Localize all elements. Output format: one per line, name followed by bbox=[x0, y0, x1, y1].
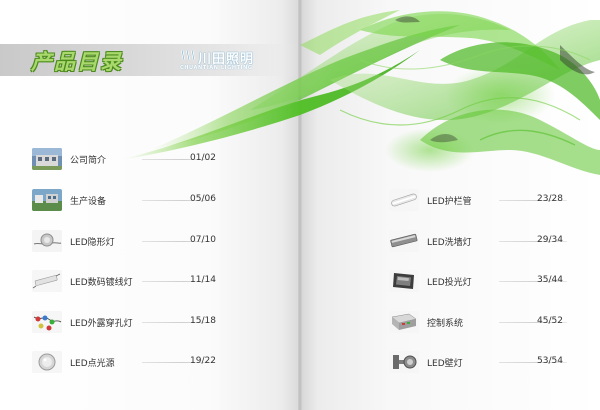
factory-equipment-photo-icon bbox=[32, 189, 62, 211]
toc-page-number: 35/44 bbox=[537, 275, 563, 285]
toc-page-number: 53/54 bbox=[537, 356, 563, 366]
toc-page-number: 45/52 bbox=[537, 316, 563, 326]
control-box-icon bbox=[389, 311, 419, 333]
logo-english-text: CHUANTIAN LIGHTING bbox=[180, 65, 253, 71]
toc-page-number: 19/22 bbox=[190, 356, 216, 366]
toc-item-invisible-lamp[interactable]: LED隐形灯 07/10 bbox=[32, 230, 222, 252]
brand-mark-icon bbox=[181, 49, 195, 61]
toc-item-exposed-pixel-lamp[interactable]: LED外露穿孔灯 15/18 bbox=[32, 311, 222, 333]
brand-logo: 川田照明 CHUANTIAN LIGHTING bbox=[180, 48, 272, 74]
led-flood-light-icon bbox=[389, 270, 419, 292]
toc-item-flood-light[interactable]: LED投光灯 35/44 bbox=[389, 270, 579, 292]
toc-item-company[interactable]: 公司简介 01/02 bbox=[32, 148, 222, 170]
led-exposed-pixel-lamp-icon bbox=[32, 311, 62, 333]
toc-page-number: 07/10 bbox=[190, 235, 216, 245]
led-digital-line-lamp-icon bbox=[32, 270, 62, 292]
toc-label: LED外露穿孔灯 bbox=[70, 319, 133, 329]
toc-item-guardrail-tube[interactable]: LED护栏管 23/28 bbox=[389, 189, 579, 211]
toc-page-number: 23/28 bbox=[537, 194, 563, 204]
catalog-title: 产品目录 bbox=[31, 50, 123, 74]
led-point-light-icon bbox=[32, 351, 62, 373]
toc-item-digital-line-lamp[interactable]: LED数码镀线灯 11/14 bbox=[32, 270, 222, 292]
led-invisible-lamp-icon bbox=[32, 230, 62, 252]
toc-page-number: 05/06 bbox=[190, 194, 216, 204]
toc-item-wall-lamp[interactable]: LED壁灯 53/54 bbox=[389, 351, 579, 373]
toc-label: LED护栏管 bbox=[427, 197, 472, 207]
toc-item-control-system[interactable]: 控制系统 45/52 bbox=[389, 311, 579, 333]
toc-label: LED洗墙灯 bbox=[427, 238, 472, 248]
catalog-spread: 产品目录 川田照明 CHUANTIAN LIGHTING 公司简介 01/02 bbox=[0, 0, 600, 410]
toc-label: LED数码镀线灯 bbox=[70, 278, 133, 288]
led-wall-washer-icon bbox=[389, 230, 419, 252]
toc-page-number: 01/02 bbox=[190, 153, 216, 163]
toc-label: LED投光灯 bbox=[427, 278, 472, 288]
toc-item-point-light[interactable]: LED点光源 19/22 bbox=[32, 351, 222, 373]
led-guardrail-tube-icon bbox=[389, 189, 419, 211]
toc-label: LED隐形灯 bbox=[70, 238, 115, 248]
toc-label: 控制系统 bbox=[427, 319, 464, 329]
toc-page-number: 11/14 bbox=[190, 275, 216, 285]
toc-label: 公司简介 bbox=[70, 156, 107, 166]
toc-item-equipment[interactable]: 生产设备 05/06 bbox=[32, 189, 222, 211]
led-wall-lamp-icon bbox=[389, 351, 419, 373]
toc-label: 生产设备 bbox=[70, 197, 107, 207]
toc-page-number: 15/18 bbox=[190, 316, 216, 326]
office-building-photo-icon bbox=[32, 148, 62, 170]
toc-item-wall-washer[interactable]: LED洗墙灯 29/34 bbox=[389, 230, 579, 252]
toc-page-number: 29/34 bbox=[537, 235, 563, 245]
toc-label: LED点光源 bbox=[70, 359, 115, 369]
toc-label: LED壁灯 bbox=[427, 359, 463, 369]
